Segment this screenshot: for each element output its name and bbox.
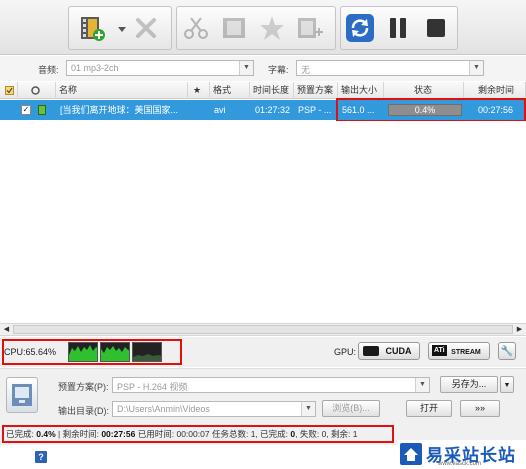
watermark-url: www.easck.com: [438, 461, 482, 467]
cuda-label: CUDA: [385, 346, 412, 356]
scroll-left-icon[interactable]: ◀: [0, 324, 13, 335]
chevron-down-icon[interactable]: ▼: [301, 402, 315, 416]
col-name[interactable]: 名称: [56, 82, 188, 99]
audio-label: 音频:: [38, 65, 59, 75]
pause-icon[interactable]: [383, 13, 413, 43]
save-as-button[interactable]: 另存为...: [440, 376, 498, 393]
merge-icon[interactable]: [295, 13, 325, 43]
gpu-label: GPU:: [334, 347, 357, 357]
save-as-label: 另存为...: [451, 379, 487, 389]
highlight-box-status: [2, 425, 394, 443]
chevron-down-icon: ▼: [503, 382, 511, 389]
preset-select[interactable]: PSP - H.264 视频 ▼: [112, 377, 430, 393]
col-remaining[interactable]: 剩余时间: [464, 82, 526, 99]
open-label: 打开: [419, 403, 438, 413]
stop-icon[interactable]: [421, 13, 451, 43]
preset-label: 预置方案(P):: [58, 382, 109, 392]
output-dir-select[interactable]: D:\Users\Anmin\Videos ▼: [112, 401, 316, 417]
cut-icon[interactable]: [181, 13, 211, 43]
save-as-dropdown[interactable]: ▼: [500, 376, 514, 393]
header-status-icon: [18, 82, 56, 99]
col-rating[interactable]: ★: [188, 82, 210, 99]
add-video-icon[interactable]: [77, 13, 107, 43]
file-button-group: [68, 6, 172, 50]
col-format[interactable]: 格式: [210, 82, 250, 99]
more-label: »»: [474, 403, 485, 413]
row-file-icon: [38, 105, 46, 115]
table-header: 名称 ★ 格式 时间长度 预置方案 输出大小 状态 剩余时间: [0, 82, 526, 99]
wrench-icon: 🔧: [500, 346, 514, 357]
scroll-right-icon[interactable]: ▶: [513, 324, 526, 335]
output-dir-label: 输出目录(D):: [58, 406, 109, 416]
subtitle-label: 字幕:: [268, 65, 289, 75]
row-name: [当我们离开地球：美国国家...: [60, 105, 179, 115]
conversion-button-group: [340, 6, 458, 50]
row-preset: PSP - ...: [298, 105, 332, 115]
task-list-area[interactable]: [0, 121, 526, 323]
help-icon[interactable]: ?: [35, 451, 47, 463]
remove-icon[interactable]: [131, 13, 161, 43]
output-settings-panel: 预置方案(P): PSP - H.264 视频 ▼ 另存为... ▼ 输出目录(…: [0, 368, 526, 423]
toolbar: [0, 0, 526, 55]
effects-icon[interactable]: [257, 13, 287, 43]
chevron-down-icon[interactable]: ▼: [469, 61, 483, 75]
convert-icon[interactable]: [345, 13, 375, 43]
browse-label: 浏览(B)...: [332, 403, 370, 413]
open-button[interactable]: 打开: [406, 400, 452, 417]
subtitle-value: 无: [301, 65, 311, 75]
highlight-box-cpu: [2, 339, 182, 365]
more-button[interactable]: »»: [460, 400, 500, 417]
scroll-thumb[interactable]: [13, 325, 513, 334]
horizontal-scrollbar[interactable]: ◀ ▶: [0, 323, 526, 336]
col-preset[interactable]: 预置方案: [294, 82, 338, 99]
col-status[interactable]: 状态: [384, 82, 464, 99]
stream-label: STREAM: [451, 349, 481, 356]
chevron-down-icon[interactable]: ▼: [415, 378, 429, 392]
preset-device-icon[interactable]: [6, 377, 38, 413]
cpu-gpu-bar: CPU:65.64% GPU: CUDA ATi STREAM 🔧: [0, 337, 526, 367]
audio-track-select[interactable]: 01 mp3-2ch ▼: [66, 60, 254, 76]
highlight-box-row: [336, 98, 526, 122]
chevron-down-icon[interactable]: ▼: [239, 61, 253, 75]
col-duration[interactable]: 时间长度: [250, 82, 294, 99]
cuda-button[interactable]: CUDA: [358, 342, 420, 360]
audio-track-value: 01 mp3-2ch: [71, 63, 119, 73]
header-check-icon[interactable]: [0, 82, 18, 99]
site-watermark-logo: 易采站长站 www.easck.com: [398, 440, 526, 469]
ati-logo-icon: ATi: [432, 345, 447, 356]
edit-button-group: [176, 6, 336, 50]
preset-value: PSP - H.264 视频: [117, 382, 188, 392]
row-checkbox[interactable]: ✓: [21, 105, 31, 115]
col-output-size[interactable]: 输出大小: [338, 82, 384, 99]
audio-subtitle-bar: 音频: 01 mp3-2ch ▼ 字幕: 无 ▼: [0, 56, 526, 81]
clip-icon[interactable]: [219, 13, 249, 43]
gpu-settings-button[interactable]: 🔧: [498, 342, 516, 360]
output-dir-value: D:\Users\Anmin\Videos: [117, 404, 210, 414]
browse-button[interactable]: 浏览(B)...: [322, 400, 380, 417]
nvidia-logo-icon: [363, 346, 379, 356]
ati-stream-button[interactable]: ATi STREAM: [428, 342, 490, 360]
row-format: avi: [214, 105, 226, 115]
row-duration: 01:27:32: [255, 105, 291, 115]
subtitle-select[interactable]: 无 ▼: [296, 60, 484, 76]
dropdown-arrow-icon[interactable]: [107, 13, 126, 43]
watermark-icon: [400, 443, 422, 465]
